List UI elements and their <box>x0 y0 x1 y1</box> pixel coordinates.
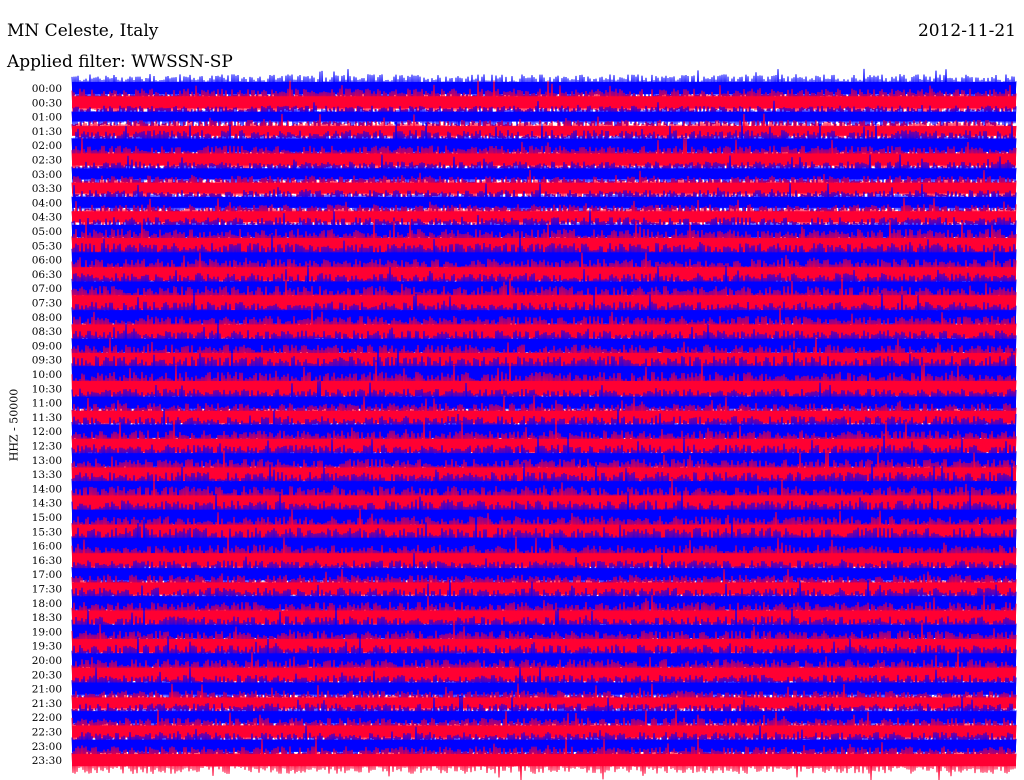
time-tick-label: 04:00 <box>32 197 62 209</box>
time-tick-label: 03:30 <box>32 183 62 195</box>
time-tick-label: 09:00 <box>32 340 62 352</box>
time-tick-label: 08:30 <box>32 326 62 338</box>
time-tick-label: 22:00 <box>32 712 62 724</box>
time-labels: 00:00 00:30 01:00 01:30 02:00 02:30 03:00 03:30… <box>32 83 62 767</box>
time-tick-label: 13:00 <box>32 455 62 467</box>
time-tick-label: 15:30 <box>32 526 62 538</box>
time-tick-label: 14:30 <box>32 498 62 510</box>
time-tick-label: 11:30 <box>32 412 62 424</box>
time-tick-label: 12:00 <box>32 426 62 438</box>
time-tick-label: 16:30 <box>32 555 62 567</box>
time-tick-label: 07:00 <box>32 283 62 295</box>
time-tick-label: 04:30 <box>32 212 62 224</box>
time-tick-label: 21:30 <box>32 698 62 710</box>
time-tick-label: 17:00 <box>32 569 62 581</box>
time-tick-label: 20:00 <box>32 655 62 667</box>
time-tick-label: 17:30 <box>32 584 62 596</box>
time-tick-label: 12:30 <box>32 441 62 453</box>
time-tick-label: 08:00 <box>32 312 62 324</box>
time-tick-label: 02:00 <box>32 140 62 152</box>
time-tick-label: 05:30 <box>32 240 62 252</box>
time-tick-label: 10:30 <box>32 383 62 395</box>
time-tick-label: 14:00 <box>32 483 62 495</box>
time-tick-label: 06:30 <box>32 269 62 281</box>
time-tick-label: 00:30 <box>32 97 62 109</box>
time-tick-label: 07:30 <box>32 298 62 310</box>
time-tick-label: 20:30 <box>32 669 62 681</box>
time-tick-label: 19:30 <box>32 641 62 653</box>
time-tick-label: 06:00 <box>32 255 62 267</box>
time-tick-label: 19:00 <box>32 626 62 638</box>
time-tick-label: 18:00 <box>32 598 62 610</box>
time-tick-label: 03:00 <box>32 169 62 181</box>
trace-group <box>71 68 1017 780</box>
time-tick-label: 13:30 <box>32 469 62 481</box>
helicorder-plot: 00:00 00:30 01:00 01:30 02:00 02:30 03:00 03:30… <box>32 68 1017 780</box>
time-tick-label: 01:00 <box>32 112 62 124</box>
time-tick-label: 23:30 <box>32 755 62 767</box>
time-tick-label: 22:30 <box>32 727 62 739</box>
time-tick-label: 09:30 <box>32 355 62 367</box>
time-tick-label: 10:00 <box>32 369 62 381</box>
time-tick-label: 11:00 <box>32 398 62 410</box>
time-tick-label: 01:30 <box>32 126 62 138</box>
time-tick-label: 23:00 <box>32 741 62 753</box>
time-tick-label: 21:00 <box>32 684 62 696</box>
time-tick-label: 16:00 <box>32 541 62 553</box>
time-tick-label: 15:00 <box>32 512 62 524</box>
time-tick-label: 00:00 <box>32 83 62 95</box>
time-tick-label: 18:30 <box>32 612 62 624</box>
time-tick-label: 05:00 <box>32 226 62 238</box>
time-tick-label: 02:30 <box>32 155 62 167</box>
